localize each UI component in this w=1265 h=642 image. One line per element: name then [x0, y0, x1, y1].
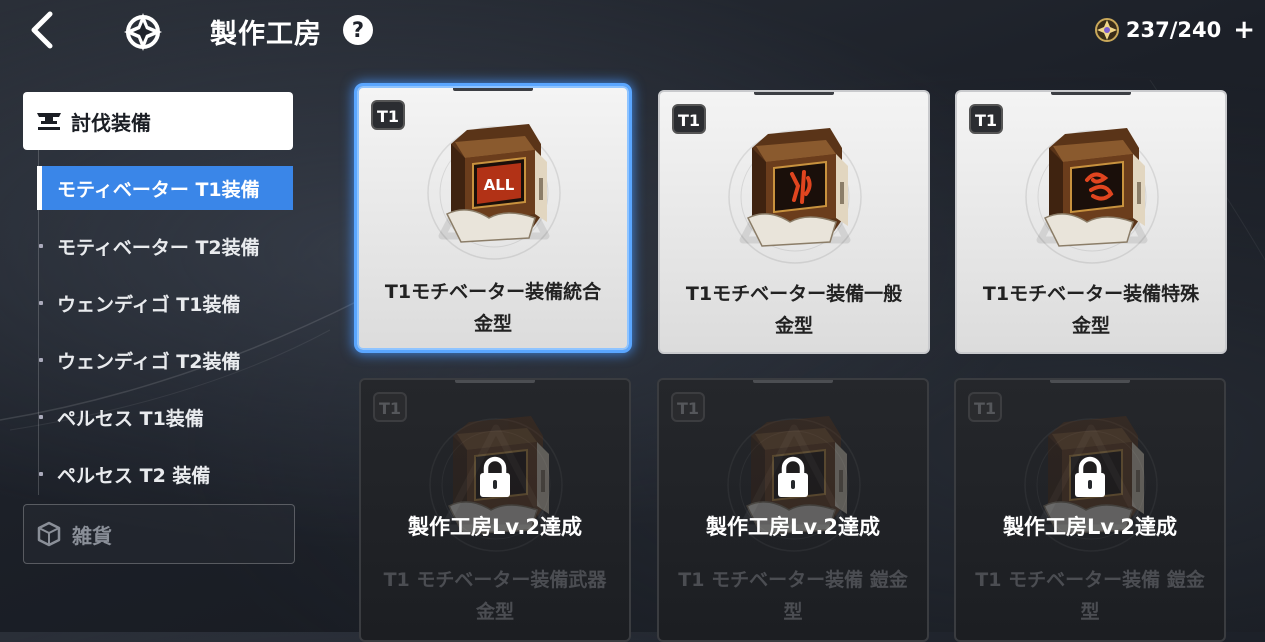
- card-title: T1 モチベーター装備 鎧金 型: [678, 569, 908, 623]
- currency-value: 237/240: [1125, 18, 1222, 42]
- sidebar-item-wendigo-t1[interactable]: ウェンディゴ T1装備: [37, 281, 293, 325]
- mold-card-special[interactable]: T1 T1モチベーター装備特殊 金型: [955, 90, 1227, 354]
- category-label: 雑貨: [72, 523, 112, 548]
- mold-item-icon: [747, 127, 849, 247]
- star-emblem-icon: [120, 10, 166, 54]
- sidebar-item-label: ウェンディゴ T1装備: [57, 293, 241, 316]
- sidebar-item-label: モティベーター T2装備: [57, 236, 260, 259]
- mold-card-integrated[interactable]: T1 ALL T1モチベーター装備統合 金型: [357, 86, 629, 350]
- category-label: 討伐装備: [71, 110, 151, 135]
- energy-icon: [1094, 18, 1119, 42]
- category-misc[interactable]: 雑貨: [23, 504, 295, 564]
- add-currency-button[interactable]: +: [1233, 17, 1255, 43]
- tier-badge: T1: [969, 104, 1003, 134]
- chevron-left-icon: [31, 11, 53, 49]
- mold-card-general[interactable]: T1 T1モチベーター装備一般 金型: [658, 90, 930, 354]
- help-button[interactable]: ?: [343, 15, 373, 45]
- mold-item-icon: ALL: [446, 123, 548, 243]
- lock-icon: [480, 456, 510, 497]
- tier-badge: T1: [672, 104, 706, 134]
- box-icon: [37, 521, 61, 547]
- lock-icon: [778, 456, 808, 497]
- currency-display: 237/240 +: [1094, 14, 1255, 46]
- page-title: 製作工房: [210, 19, 322, 50]
- tier-badge: T1: [671, 392, 705, 422]
- sidebar-item-label: モティベーター T1装備: [57, 178, 260, 201]
- sidebar-item-perses-t2[interactable]: ペルセス T2 装備: [37, 452, 293, 496]
- tier-badge: T1: [371, 100, 405, 130]
- mold-item-icon: [1044, 127, 1146, 247]
- tier-badge: T1: [373, 392, 407, 422]
- sidebar-item-label: ペルセス T2 装備: [57, 464, 211, 487]
- card-title: T1 モチベーター装備武器 金型: [383, 569, 607, 623]
- card-title: T1モチベーター装備一般 金型: [685, 283, 903, 337]
- mold-card-weapon-locked[interactable]: T1 製作工房Lv.2達成 T1 モチベーター装備武器 金型: [359, 378, 631, 642]
- unlock-requirement: 製作工房Lv.2達成: [706, 515, 880, 539]
- card-title: T1モチベーター装備統合 金型: [384, 281, 602, 335]
- sidebar-item-perses-t1[interactable]: ペルセス T1装備: [37, 395, 293, 439]
- sidebar-item-motivator-t2[interactable]: モティベーター T2装備: [37, 224, 293, 268]
- lock-icon: [1075, 456, 1105, 497]
- anvil-icon: [37, 113, 61, 130]
- mold-card-armor-locked[interactable]: T1 製作工房Lv.2達成 T1 モチベーター装備 鎧金 型: [657, 378, 929, 642]
- card-title: T1 モチベーター装備 鎧金 型: [975, 569, 1205, 623]
- card-title: T1モチベーター装備特殊 金型: [982, 283, 1200, 337]
- svg-text:ALL: ALL: [484, 176, 515, 194]
- sidebar-item-label: ウェンディゴ T2装備: [57, 350, 241, 373]
- sidebar-item-wendigo-t2[interactable]: ウェンディゴ T2装備: [37, 338, 293, 382]
- back-button[interactable]: [22, 8, 66, 52]
- sidebar-item-motivator-t1[interactable]: モティベーター T1装備: [37, 166, 293, 210]
- sidebar-item-label: ペルセス T1装備: [57, 407, 204, 430]
- unlock-requirement: 製作工房Lv.2達成: [408, 515, 582, 539]
- unlock-requirement: 製作工房Lv.2達成: [1003, 515, 1177, 539]
- tier-badge: T1: [968, 392, 1002, 422]
- category-hunting-equipment[interactable]: 討伐装備: [23, 92, 293, 150]
- mold-card-armor-locked-2[interactable]: T1 製作工房Lv.2達成 T1 モチベーター装備 鎧金 型: [954, 378, 1226, 642]
